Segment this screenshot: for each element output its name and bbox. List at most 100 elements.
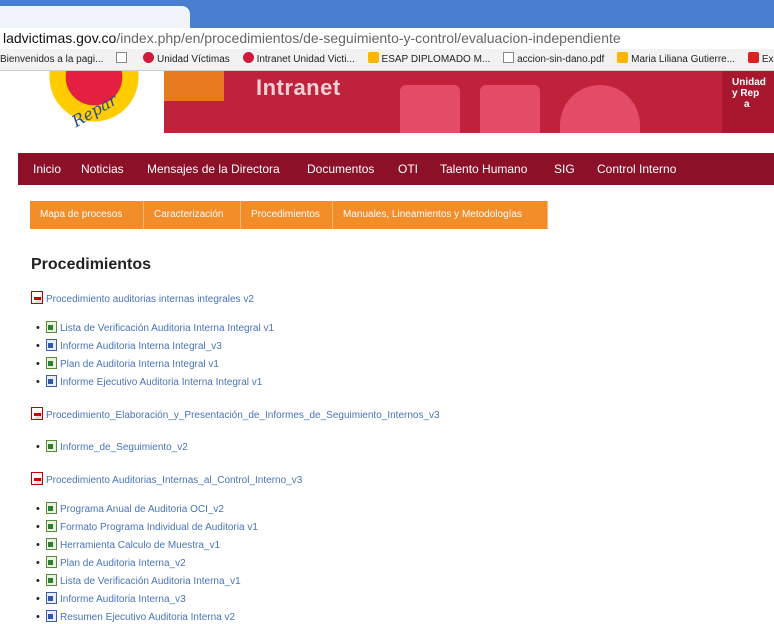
- document-list: Programa Anual de Auditoria OCI_v2 Forma…: [36, 499, 258, 624]
- list-item[interactable]: Plan de Auditoria Interna Integral v1: [36, 354, 274, 372]
- bookmark-item[interactable]: Maria Liliana Gutierre...: [617, 49, 736, 70]
- bookmark-item[interactable]: Bienvenidos a la pagi...: [0, 49, 104, 70]
- word-file-icon: [46, 375, 57, 387]
- main-nav: Inicio Noticias Mensajes de la Directora…: [18, 153, 774, 185]
- document-link[interactable]: Plan de Auditoria Interna Integral v1: [60, 359, 219, 370]
- page-icon: [116, 52, 128, 63]
- sub-nav: Mapa de procesos Caracterización Procedi…: [30, 201, 548, 229]
- page-icon: [503, 52, 515, 63]
- bookmark-label: Maria Liliana Gutierre...: [631, 54, 736, 65]
- victimas-icon: [142, 52, 154, 63]
- list-item[interactable]: Programa Anual de Auditoria OCI_v2: [36, 499, 258, 517]
- procedure-title: Procedimiento_Elaboración_y_Presentación…: [46, 410, 440, 421]
- document-link[interactable]: Programa Anual de Auditoria OCI_v2: [60, 504, 224, 515]
- word-file-icon: [46, 339, 57, 351]
- procedure-title: Procedimiento auditorias internas integr…: [46, 294, 254, 305]
- banner-right-text: y Rep: [732, 88, 760, 99]
- subnav-caracterizacion[interactable]: Caracterización: [144, 201, 241, 229]
- bookmark-label: Unidad Víctimas: [156, 54, 230, 65]
- bookmark-item[interactable]: Intranet Unidad Victi...: [242, 49, 355, 70]
- bookmark-item[interactable]: [116, 49, 130, 70]
- subnav-mapa-de-procesos[interactable]: Mapa de procesos: [30, 201, 144, 229]
- document-link[interactable]: Informe Auditoria Interna_v3: [60, 594, 186, 605]
- intranet-label: Intranet: [256, 75, 341, 100]
- subnav-procedimientos[interactable]: Procedimientos: [241, 201, 333, 229]
- nav-item-mensajes[interactable]: Mensajes de la Directora: [147, 153, 280, 185]
- procedure-title: Procedimiento Auditorias_Internas_al_Con…: [46, 475, 303, 486]
- page-title: Procedimientos: [31, 256, 152, 273]
- excel-file-icon: [46, 357, 57, 369]
- pdf-icon: [31, 472, 43, 485]
- excel-file-icon: [46, 440, 57, 452]
- list-item[interactable]: Informe Auditoria Interna Integral_v3: [36, 336, 274, 354]
- banner-shape: [480, 85, 540, 133]
- nav-item-talento-humano[interactable]: Talento Humano: [440, 153, 527, 185]
- document-link[interactable]: Informe Ejecutivo Auditoria Interna Inte…: [60, 377, 262, 388]
- bookmark-item[interactable]: Unidad Víctimas: [142, 49, 230, 70]
- bookmark-label: Bienvenidos a la pagi...: [0, 54, 104, 65]
- word-file-icon: [46, 592, 57, 604]
- url-path: /index.php/en/procedimientos/de-seguimie…: [116, 30, 621, 46]
- word-file-icon: [46, 610, 57, 622]
- bookmark-label: Exclusiva: Entrevis: [761, 54, 774, 65]
- bookmarks-bar: Bienvenidos a la pagi... Unidad Víctimas…: [0, 49, 774, 71]
- bookmark-label: accion-sin-dano.pdf: [517, 54, 605, 65]
- nav-item-oti[interactable]: OTI: [398, 153, 418, 185]
- nav-item-sig[interactable]: SIG: [554, 153, 575, 185]
- excel-file-icon: [46, 520, 57, 532]
- procedure-link[interactable]: Procedimiento auditorias internas integr…: [31, 289, 254, 307]
- document-link[interactable]: Informe Auditoria Interna Integral_v3: [60, 341, 222, 352]
- nav-item-noticias[interactable]: Noticias: [81, 153, 124, 185]
- site-banner: Repar Intranet Unidad y Rep a: [0, 71, 774, 133]
- list-item[interactable]: Informe Ejecutivo Auditoria Interna Inte…: [36, 372, 274, 390]
- document-link[interactable]: Resumen Ejecutivo Auditoria Interna v2: [60, 612, 235, 623]
- url-host: ladvictimas.gov.co: [3, 30, 117, 46]
- nav-item-control-interno[interactable]: Control Interno: [597, 153, 676, 185]
- banner-right-text: a: [744, 99, 750, 110]
- bookmark-label: Intranet Unidad Victi...: [256, 54, 355, 65]
- document-link[interactable]: Herramienta Calculo de Muestra_v1: [60, 540, 220, 551]
- list-item[interactable]: Resumen Ejecutivo Auditoria Interna v2: [36, 607, 258, 624]
- document-link[interactable]: Lista de Verificación Auditoria Interna …: [60, 323, 274, 334]
- outlook-icon: [617, 52, 629, 63]
- procedure-link[interactable]: Procedimiento Auditorias_Internas_al_Con…: [31, 470, 302, 488]
- bookmark-item[interactable]: ESAP DIPLOMADO M...: [367, 49, 491, 70]
- document-list: Informe_de_Seguimiento_v2: [36, 437, 188, 455]
- banner-stripe: [164, 71, 224, 101]
- banner-shape: [400, 85, 460, 133]
- list-item[interactable]: Informe_de_Seguimiento_v2: [36, 437, 188, 455]
- list-item[interactable]: Lista de Verificación Auditoria Interna …: [36, 318, 274, 336]
- excel-file-icon: [46, 556, 57, 568]
- list-item[interactable]: Informe Auditoria Interna_v3: [36, 589, 258, 607]
- bookmark-item[interactable]: accion-sin-dano.pdf: [503, 49, 605, 70]
- bookmark-item[interactable]: Exclusiva: Entrevis: [747, 49, 774, 70]
- pdf-icon: [31, 407, 43, 420]
- nav-item-inicio[interactable]: Inicio: [33, 153, 61, 185]
- list-item[interactable]: Lista de Verificación Auditoria Interna_…: [36, 571, 258, 589]
- address-bar[interactable]: ladvictimas.gov.co/index.php/en/procedim…: [0, 28, 774, 49]
- document-link[interactable]: Informe_de_Seguimiento_v2: [60, 442, 188, 453]
- banner-right-text: Unidad: [732, 77, 766, 88]
- youtube-icon: [747, 52, 759, 63]
- document-link[interactable]: Plan de Auditoria Interna_v2: [60, 558, 186, 569]
- browser-tab-strip: [0, 0, 774, 28]
- victimas-icon: [242, 52, 254, 63]
- excel-file-icon: [46, 538, 57, 550]
- list-item[interactable]: Herramienta Calculo de Muestra_v1: [36, 535, 258, 553]
- browser-tab[interactable]: [0, 6, 190, 28]
- pdf-icon: [31, 291, 43, 304]
- subnav-manuales[interactable]: Manuales, Lineamientos y Metodologías: [333, 201, 548, 229]
- excel-file-icon: [46, 321, 57, 333]
- bookmark-label: ESAP DIPLOMADO M...: [381, 54, 491, 65]
- nav-item-documentos[interactable]: Documentos: [307, 153, 374, 185]
- list-item[interactable]: Formato Programa Individual de Auditoria…: [36, 517, 258, 535]
- document-link[interactable]: Lista de Verificación Auditoria Interna_…: [60, 576, 241, 587]
- excel-file-icon: [46, 502, 57, 514]
- procedure-link[interactable]: Procedimiento_Elaboración_y_Presentación…: [31, 405, 440, 423]
- banner-right: Unidad y Rep a: [722, 71, 774, 133]
- document-link[interactable]: Formato Programa Individual de Auditoria…: [60, 522, 258, 533]
- excel-file-icon: [46, 574, 57, 586]
- list-item[interactable]: Plan de Auditoria Interna_v2: [36, 553, 258, 571]
- esap-icon: [367, 52, 379, 63]
- document-list: Lista de Verificación Auditoria Interna …: [36, 318, 274, 390]
